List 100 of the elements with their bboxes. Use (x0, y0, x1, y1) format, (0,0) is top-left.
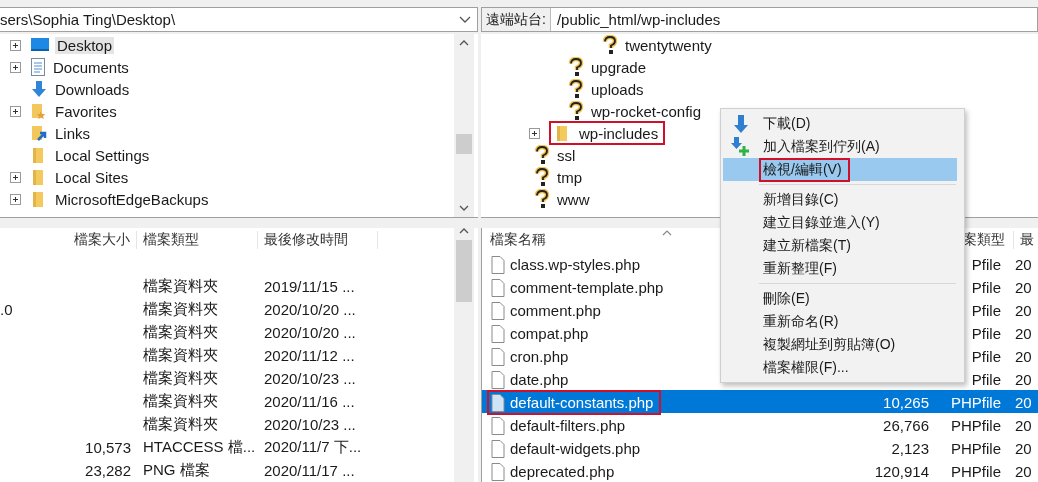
table-cell: 120,914 (874, 463, 929, 480)
menu-item[interactable]: 刪除(E) (723, 287, 957, 310)
table-cell: .0 (0, 301, 13, 318)
tree-item[interactable]: wp-rocket-config (589, 102, 704, 120)
menu-item[interactable]: 建立目錄並進入(Y) (723, 211, 957, 234)
table-cell: 檔案資料夾 (143, 415, 218, 432)
scrollbar[interactable] (454, 34, 474, 217)
tree-item[interactable]: Local Settings (53, 146, 152, 164)
download-icon (30, 80, 48, 98)
download-add-icon (731, 136, 751, 157)
table-cell: default-constants.php (510, 393, 654, 412)
tree-item[interactable]: twentytwenty (623, 36, 714, 54)
scroll-thumb[interactable] (456, 134, 472, 154)
menu-item[interactable]: 重新命名(R) (723, 310, 957, 333)
tree-item[interactable]: MicrosoftEdgeBackups (53, 190, 211, 208)
menu-item[interactable]: 複製網址到剪貼簿(O) (723, 333, 957, 356)
column-header[interactable]: 檔案大小 (60, 231, 137, 249)
download-icon (733, 113, 749, 134)
tree-item[interactable]: uploads (589, 80, 646, 98)
menu-item[interactable]: 加入檔案到佇列(A) (723, 135, 957, 158)
table-cell: comment.php (510, 301, 601, 320)
tree-item[interactable]: ssl (555, 146, 578, 164)
tree-item[interactable]: upgrade (589, 58, 649, 76)
expand-icon[interactable] (10, 193, 21, 205)
tree-item[interactable]: Desktop (55, 36, 115, 54)
table-cell: Pfile (971, 325, 1001, 342)
scroll-up-icon[interactable] (459, 228, 469, 234)
table-cell: PHPfile (950, 394, 1001, 411)
table-cell: 2,123 (891, 440, 929, 457)
expand-icon[interactable] (10, 105, 21, 117)
table-cell: 檔案資料夾 (143, 277, 218, 294)
table-cell: cron.php (510, 347, 569, 366)
table-cell: HTACCESS 檔... (143, 438, 256, 455)
table-cell: PHPfile (950, 463, 1001, 480)
menu-item[interactable]: 檢視/編輯(V) (723, 158, 957, 181)
column-header[interactable]: 最後修改時間 (258, 231, 378, 249)
question-icon (568, 101, 584, 121)
column-header[interactable]: 檔案類型 (137, 231, 258, 249)
expand-icon[interactable] (529, 127, 540, 139)
scroll-up-icon[interactable] (459, 40, 469, 46)
table-cell: 20 (1015, 348, 1032, 365)
tree-item[interactable]: Links (53, 124, 93, 142)
table-cell: 2020/10/20 ... (264, 324, 356, 341)
table-cell: Pfile (971, 371, 1001, 388)
expand-icon[interactable] (10, 171, 21, 183)
table-cell: 檔案資料夾 (143, 323, 218, 340)
menu-item[interactable]: 重新整理(F) (723, 257, 957, 280)
dropdown-icon[interactable] (459, 15, 471, 24)
monitor-icon (30, 37, 50, 53)
tree-item[interactable]: www (555, 190, 592, 208)
table-cell: 20 (1015, 256, 1032, 273)
file-icon (491, 416, 505, 435)
table-cell: 20 (1015, 463, 1032, 480)
menu-item[interactable]: 檔案權限(F)... (723, 356, 957, 379)
question-icon (534, 145, 550, 165)
table-cell: 20 (1015, 394, 1032, 411)
table-cell: PHPfile (950, 440, 1001, 457)
scroll-thumb[interactable] (456, 240, 472, 302)
expand-icon[interactable] (10, 61, 21, 73)
star-folder-icon (30, 102, 48, 120)
column-header[interactable]: 檔案名稱 (482, 231, 662, 249)
table-cell: comment-template.php (510, 278, 664, 297)
tree-item[interactable]: Local Sites (53, 168, 131, 186)
question-icon (568, 57, 584, 77)
table-cell: PNG 檔案 (143, 461, 210, 478)
table-cell: 20 (1015, 302, 1032, 319)
menu-item[interactable]: 新增目錄(C) (723, 188, 957, 211)
scrollbar[interactable] (454, 228, 474, 482)
question-icon (534, 189, 550, 209)
expand-icon[interactable] (10, 39, 21, 51)
file-icon (491, 370, 505, 389)
file-icon (491, 393, 505, 412)
menu-item[interactable]: 下載(D) (723, 112, 957, 135)
scroll-down-icon[interactable] (459, 205, 469, 211)
table-cell: 2020/11/16 ... (264, 393, 355, 410)
tree-item[interactable]: Downloads (53, 80, 132, 98)
table-cell: default-widgets.php (510, 439, 641, 458)
tree-item[interactable]: Favorites (53, 102, 119, 120)
table-cell: Pfile (971, 302, 1001, 319)
file-icon (491, 278, 505, 297)
local-path-field[interactable]: sers\Sophia Ting\Desktop\ (0, 7, 478, 32)
table-cell: 20 (1015, 417, 1032, 434)
table-cell: 2020/11/17 ... (264, 462, 355, 479)
table-cell: Pfile (971, 348, 1001, 365)
table-cell: 檔案資料夾 (143, 369, 218, 386)
tree-item[interactable]: Documents (51, 58, 131, 76)
table-cell: class.wp-styles.php (510, 255, 641, 274)
table-cell: 10,573 (85, 439, 131, 456)
selected-file-row[interactable]: default-constants.php 10,265 PHPfile 20 (482, 390, 1038, 413)
table-cell: 20 (1015, 440, 1032, 457)
tree-item[interactable]: tmp (555, 168, 584, 186)
remote-path-field[interactable]: /public_html/wp-includes (550, 11, 1037, 28)
table-cell: 20 (1015, 371, 1032, 388)
table-cell: 檔案資料夾 (143, 346, 218, 363)
file-icon (491, 255, 505, 274)
table-cell: 檔案資料夾 (143, 300, 218, 317)
table-cell: PHPfile (950, 417, 1001, 434)
table-cell: deprecated.php (510, 462, 615, 481)
table-cell: 2020/10/20 ... (264, 301, 356, 318)
column-header[interactable]: 最 (1014, 231, 1038, 249)
